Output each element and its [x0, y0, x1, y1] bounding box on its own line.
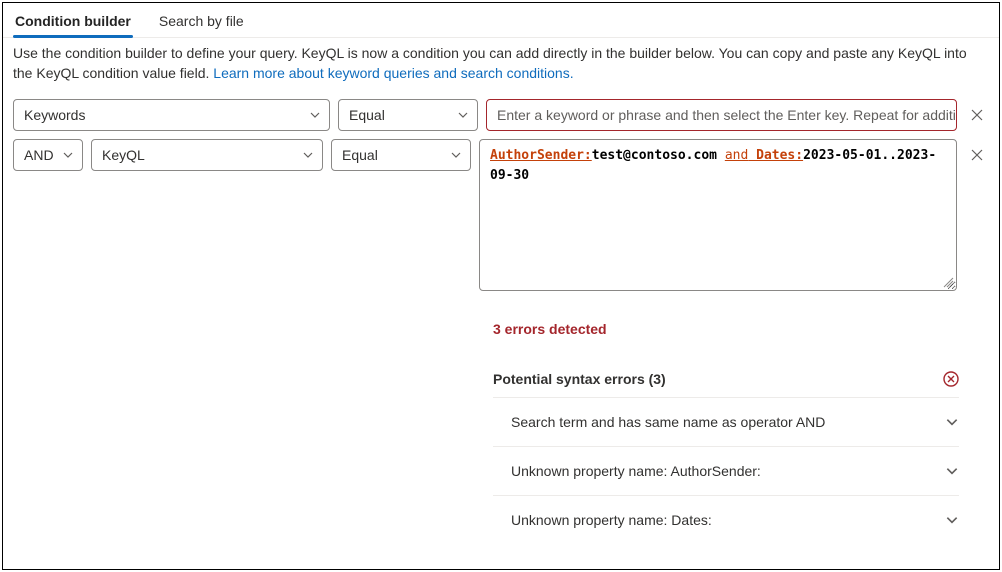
remove-row-2-button[interactable] [965, 139, 989, 171]
condition-row-2: AND KeyQL Equal AuthorSender:test@contos… [13, 139, 989, 291]
operator-value: Equal [342, 147, 378, 163]
chevron-down-icon [945, 513, 959, 527]
chevron-down-icon [302, 149, 314, 161]
chevron-down-icon [450, 149, 462, 161]
errors-heading: 3 errors detected [493, 321, 959, 337]
chevron-down-icon [309, 109, 321, 121]
close-icon [970, 148, 984, 162]
dismiss-errors-button[interactable] [943, 371, 959, 387]
description-text: Use the condition builder to define your… [3, 38, 999, 93]
keyword-placeholder: Enter a keyword or phrase and then selec… [497, 107, 957, 123]
error-item[interactable]: Unknown property name: AuthorSender: [493, 447, 959, 496]
logic-value: AND [24, 147, 54, 163]
learn-more-link[interactable]: Learn more about keyword queries and sea… [213, 65, 573, 81]
field-select-value: KeyQL [102, 147, 145, 163]
chevron-down-icon [62, 149, 74, 161]
operator-select-1[interactable]: Equal [338, 99, 478, 131]
keyword-input[interactable]: Enter a keyword or phrase and then selec… [486, 99, 957, 131]
error-text: Unknown property name: Dates: [511, 512, 712, 528]
close-icon [970, 108, 984, 122]
chevron-down-icon [945, 464, 959, 478]
chevron-down-icon [945, 415, 959, 429]
condition-row-1: Keywords Equal Enter a keyword or phrase… [13, 99, 989, 131]
field-select-value: Keywords [24, 107, 85, 123]
error-text: Unknown property name: AuthorSender: [511, 463, 761, 479]
error-item[interactable]: Search term and has same name as operato… [493, 398, 959, 447]
errors-subheading: Potential syntax errors (3) [493, 371, 666, 387]
keyql-textarea[interactable]: AuthorSender:test@contoso.com and Dates:… [479, 139, 957, 291]
errors-region: 3 errors detected Potential syntax error… [493, 321, 999, 544]
logic-select[interactable]: AND [13, 139, 83, 171]
errors-subheading-row: Potential syntax errors (3) [493, 361, 959, 398]
keyql-content: AuthorSender:test@contoso.com and Dates:… [490, 148, 936, 183]
tab-search-by-file[interactable]: Search by file [157, 9, 246, 37]
chevron-down-icon [457, 109, 469, 121]
tab-condition-builder[interactable]: Condition builder [13, 9, 133, 37]
error-text: Search term and has same name as operato… [511, 414, 825, 430]
field-select-keywords[interactable]: Keywords [13, 99, 330, 131]
remove-row-1-button[interactable] [965, 99, 989, 131]
resize-handle-icon [942, 276, 954, 288]
field-select-keyql[interactable]: KeyQL [91, 139, 323, 171]
tab-bar: Condition builder Search by file [3, 3, 999, 38]
operator-select-2[interactable]: Equal [331, 139, 471, 171]
operator-value: Equal [349, 107, 385, 123]
error-item[interactable]: Unknown property name: Dates: [493, 496, 959, 544]
close-circle-icon [943, 371, 959, 387]
